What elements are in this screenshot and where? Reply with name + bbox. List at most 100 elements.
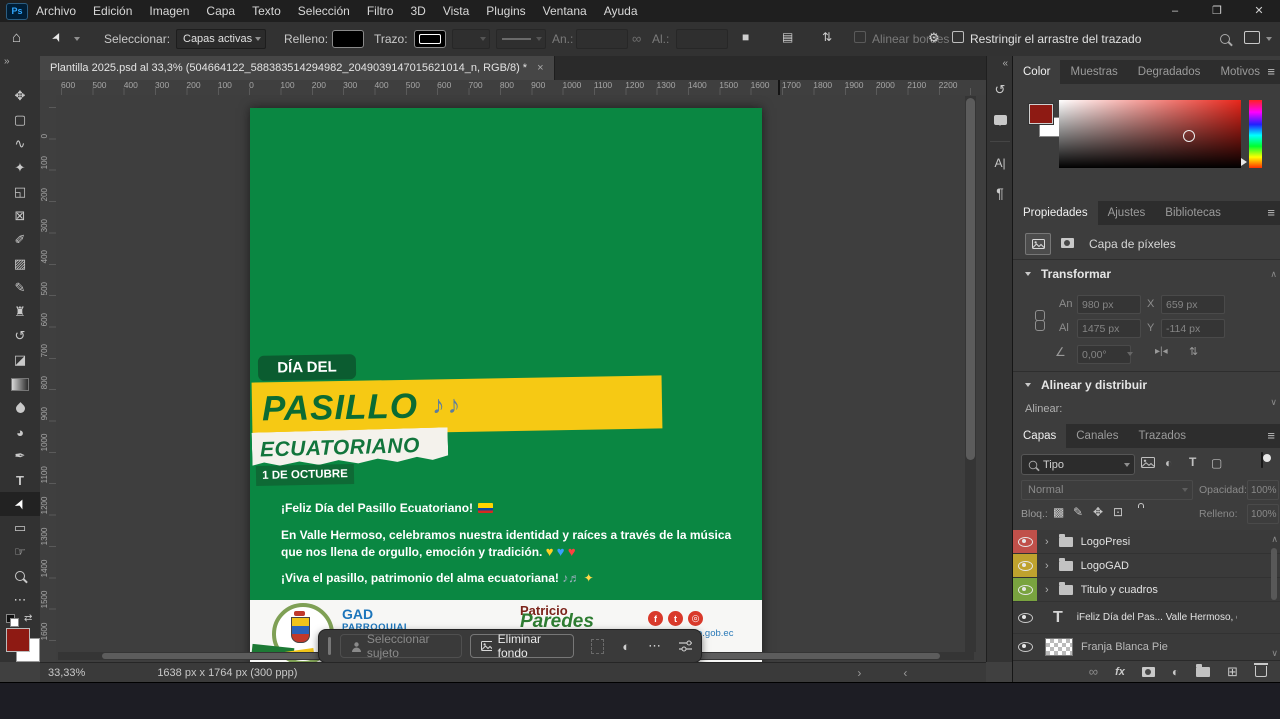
menu-vista[interactable]: Vista <box>443 4 469 18</box>
eyedropper-tool[interactable]: ✐ <box>0 228 40 252</box>
tab-close-icon[interactable]: × <box>537 62 543 74</box>
healing-brush-tool[interactable]: ▨ <box>0 252 40 276</box>
tab-motivos[interactable]: Motivos <box>1210 60 1270 84</box>
visibility-badge[interactable] <box>1013 578 1037 601</box>
layer-name[interactable]: Titulo y cuadros <box>1081 584 1158 596</box>
filter-pixel-layers-icon[interactable] <box>1141 457 1155 468</box>
path-align-icon[interactable]: ▤ <box>782 30 793 44</box>
select-scope-dropdown[interactable]: Capas activas <box>176 29 266 49</box>
vertical-scrollbar[interactable] <box>965 96 976 652</box>
properties-sliders-icon[interactable] <box>679 640 692 652</box>
filter-adjustment-layers-icon[interactable]: ◐ <box>1165 456 1172 470</box>
document-viewport[interactable]: DÍA DEL PASILLO ♪♪ ECUATORIANO 1 DE OCTU… <box>56 95 986 662</box>
menu-ayuda[interactable]: Ayuda <box>604 4 638 18</box>
clone-stamp-tool[interactable]: ♜ <box>0 300 40 324</box>
color-field[interactable] <box>1059 100 1241 168</box>
mask-icon[interactable] <box>1055 233 1079 253</box>
menu-ventana[interactable]: Ventana <box>543 4 587 18</box>
zoom-t ool[interactable] <box>0 564 40 588</box>
tab-ajustes[interactable]: Ajustes <box>1098 201 1156 225</box>
zoom-level-field[interactable]: 33,33% <box>48 667 85 679</box>
new-group-icon[interactable] <box>1196 667 1210 677</box>
menu-archivo[interactable]: Archivo <box>36 4 76 18</box>
tab-capas[interactable]: Capas <box>1013 424 1066 448</box>
move-tool-preset-icon[interactable]: ➤ <box>49 29 66 44</box>
status-next-icon[interactable]: › <box>857 666 861 680</box>
comments-panel-icon[interactable] <box>987 105 1013 135</box>
menu-imagen[interactable]: Imagen <box>149 4 189 18</box>
home-icon[interactable]: ⌂ <box>12 29 21 46</box>
restore-button[interactable]: ❐ <box>1196 0 1238 22</box>
more-options-icon[interactable]: ⋯ <box>648 638 661 654</box>
dodge-tool[interactable]: ◕ <box>0 420 40 444</box>
gear-icon[interactable]: ⚙ <box>928 30 940 46</box>
hand-tool[interactable]: ☞ <box>0 540 40 564</box>
canvas[interactable]: DÍA DEL PASILLO ♪♪ ECUATORIANO 1 DE OCTU… <box>250 108 762 662</box>
scroll-up-icon[interactable]: ∧ <box>1271 534 1278 545</box>
scroll-down-icon[interactable]: ∨ <box>1271 648 1278 659</box>
transform-section-header[interactable]: Transformar <box>1041 267 1111 281</box>
gradient-tool[interactable] <box>0 372 40 396</box>
fill-swatch[interactable] <box>332 30 364 48</box>
close-button[interactable]: ✕ <box>1238 0 1280 22</box>
layer-row-franja[interactable]: Franja Blanca Pie <box>1013 634 1280 661</box>
expand-chevron-icon[interactable]: › <box>1045 536 1049 548</box>
filter-shape-layers-icon[interactable]: ▢ <box>1211 456 1222 470</box>
tab-propiedades[interactable]: Propiedades <box>1013 201 1098 225</box>
move-tool[interactable]: ✥ <box>0 84 40 108</box>
layer-filter-dropdown[interactable]: Tipo <box>1021 454 1135 475</box>
tool-preset-chevron-icon[interactable] <box>74 37 80 41</box>
scroll-up-icon[interactable]: ∧ <box>1270 269 1277 280</box>
document-tab[interactable]: Plantilla 2025.psd al 33,3% (504664122_5… <box>40 56 555 80</box>
frame-tool[interactable]: ⊠ <box>0 204 40 228</box>
new-adjustment-icon[interactable]: ◐ <box>1172 665 1179 679</box>
layer-thumbnail[interactable] <box>1045 638 1073 656</box>
menu-3d[interactable]: 3D <box>410 4 425 18</box>
scrollbar-thumb[interactable] <box>1271 548 1277 600</box>
eye-icon[interactable] <box>1018 613 1033 623</box>
menu-texto[interactable]: Texto <box>252 4 281 18</box>
rectangle-tool[interactable]: ▭ <box>0 516 40 540</box>
workspace-chevron-icon[interactable] <box>1266 37 1272 41</box>
lock-move-icon[interactable]: ✥ <box>1093 505 1103 519</box>
layer-row-titulo[interactable]: › Titulo y cuadros <box>1013 578 1280 602</box>
quick-selection-tool[interactable]: ✦ <box>0 156 40 180</box>
flip-vertical-icon[interactable]: ⇅ <box>1189 345 1198 358</box>
stroke-swatch[interactable] <box>414 30 446 48</box>
layer-name[interactable]: LogoPresi <box>1081 536 1131 548</box>
lasso-tool[interactable]: ∿ <box>0 132 40 156</box>
panel-menu-icon[interactable]: ≡ <box>1267 205 1275 220</box>
search-icon[interactable] <box>1220 34 1230 44</box>
tab-color[interactable]: Color <box>1013 60 1060 84</box>
color-cursor[interactable] <box>1183 130 1195 142</box>
blur-tool[interactable] <box>0 396 40 420</box>
toolbar-collapse-icon[interactable]: » <box>0 56 40 70</box>
eye-icon[interactable] <box>1018 642 1033 652</box>
expand-chevron-icon[interactable]: › <box>1045 584 1049 596</box>
scroll-down-icon[interactable]: ∨ <box>1270 397 1277 408</box>
adjustments-icon[interactable]: ◐ <box>622 639 630 654</box>
workspace-switcher-icon[interactable] <box>1244 31 1260 44</box>
more-tools[interactable]: ⋯ <box>0 588 40 612</box>
status-prev-icon[interactable]: ‹ <box>903 666 907 680</box>
align-section-header[interactable]: Alinear y distribuir <box>1041 378 1147 392</box>
layer-row-logopresi[interactable]: › LogoPresi <box>1013 530 1280 554</box>
eye-icon[interactable] <box>1018 585 1033 595</box>
filter-type-layers-icon[interactable]: T <box>1189 455 1196 469</box>
scrollbar-thumb[interactable] <box>966 98 975 460</box>
panel-menu-icon[interactable]: ≡ <box>1267 428 1275 443</box>
dock-collapse-icon[interactable]: « <box>987 56 1013 75</box>
remove-background-button[interactable]: Eliminar fondo <box>470 634 574 658</box>
paragraph-panel-icon[interactable]: ¶ <box>987 178 1013 208</box>
lock-artboard-icon[interactable]: ⊡ <box>1113 505 1123 519</box>
layer-effects-icon[interactable]: fx <box>1115 666 1125 678</box>
visibility-badge[interactable] <box>1013 554 1037 577</box>
add-mask-icon[interactable] <box>1142 667 1155 677</box>
tab-canales[interactable]: Canales <box>1066 424 1128 448</box>
expand-chevron-icon[interactable]: › <box>1045 560 1049 572</box>
path-arrange-icon[interactable]: ⇅ <box>822 30 832 44</box>
ctxbar-drag-handle[interactable] <box>328 637 331 655</box>
eraser-tool[interactable]: ◪ <box>0 348 40 372</box>
layer-row-logogad[interactable]: › LogoGAD <box>1013 554 1280 578</box>
delete-layer-icon[interactable] <box>1255 666 1267 677</box>
